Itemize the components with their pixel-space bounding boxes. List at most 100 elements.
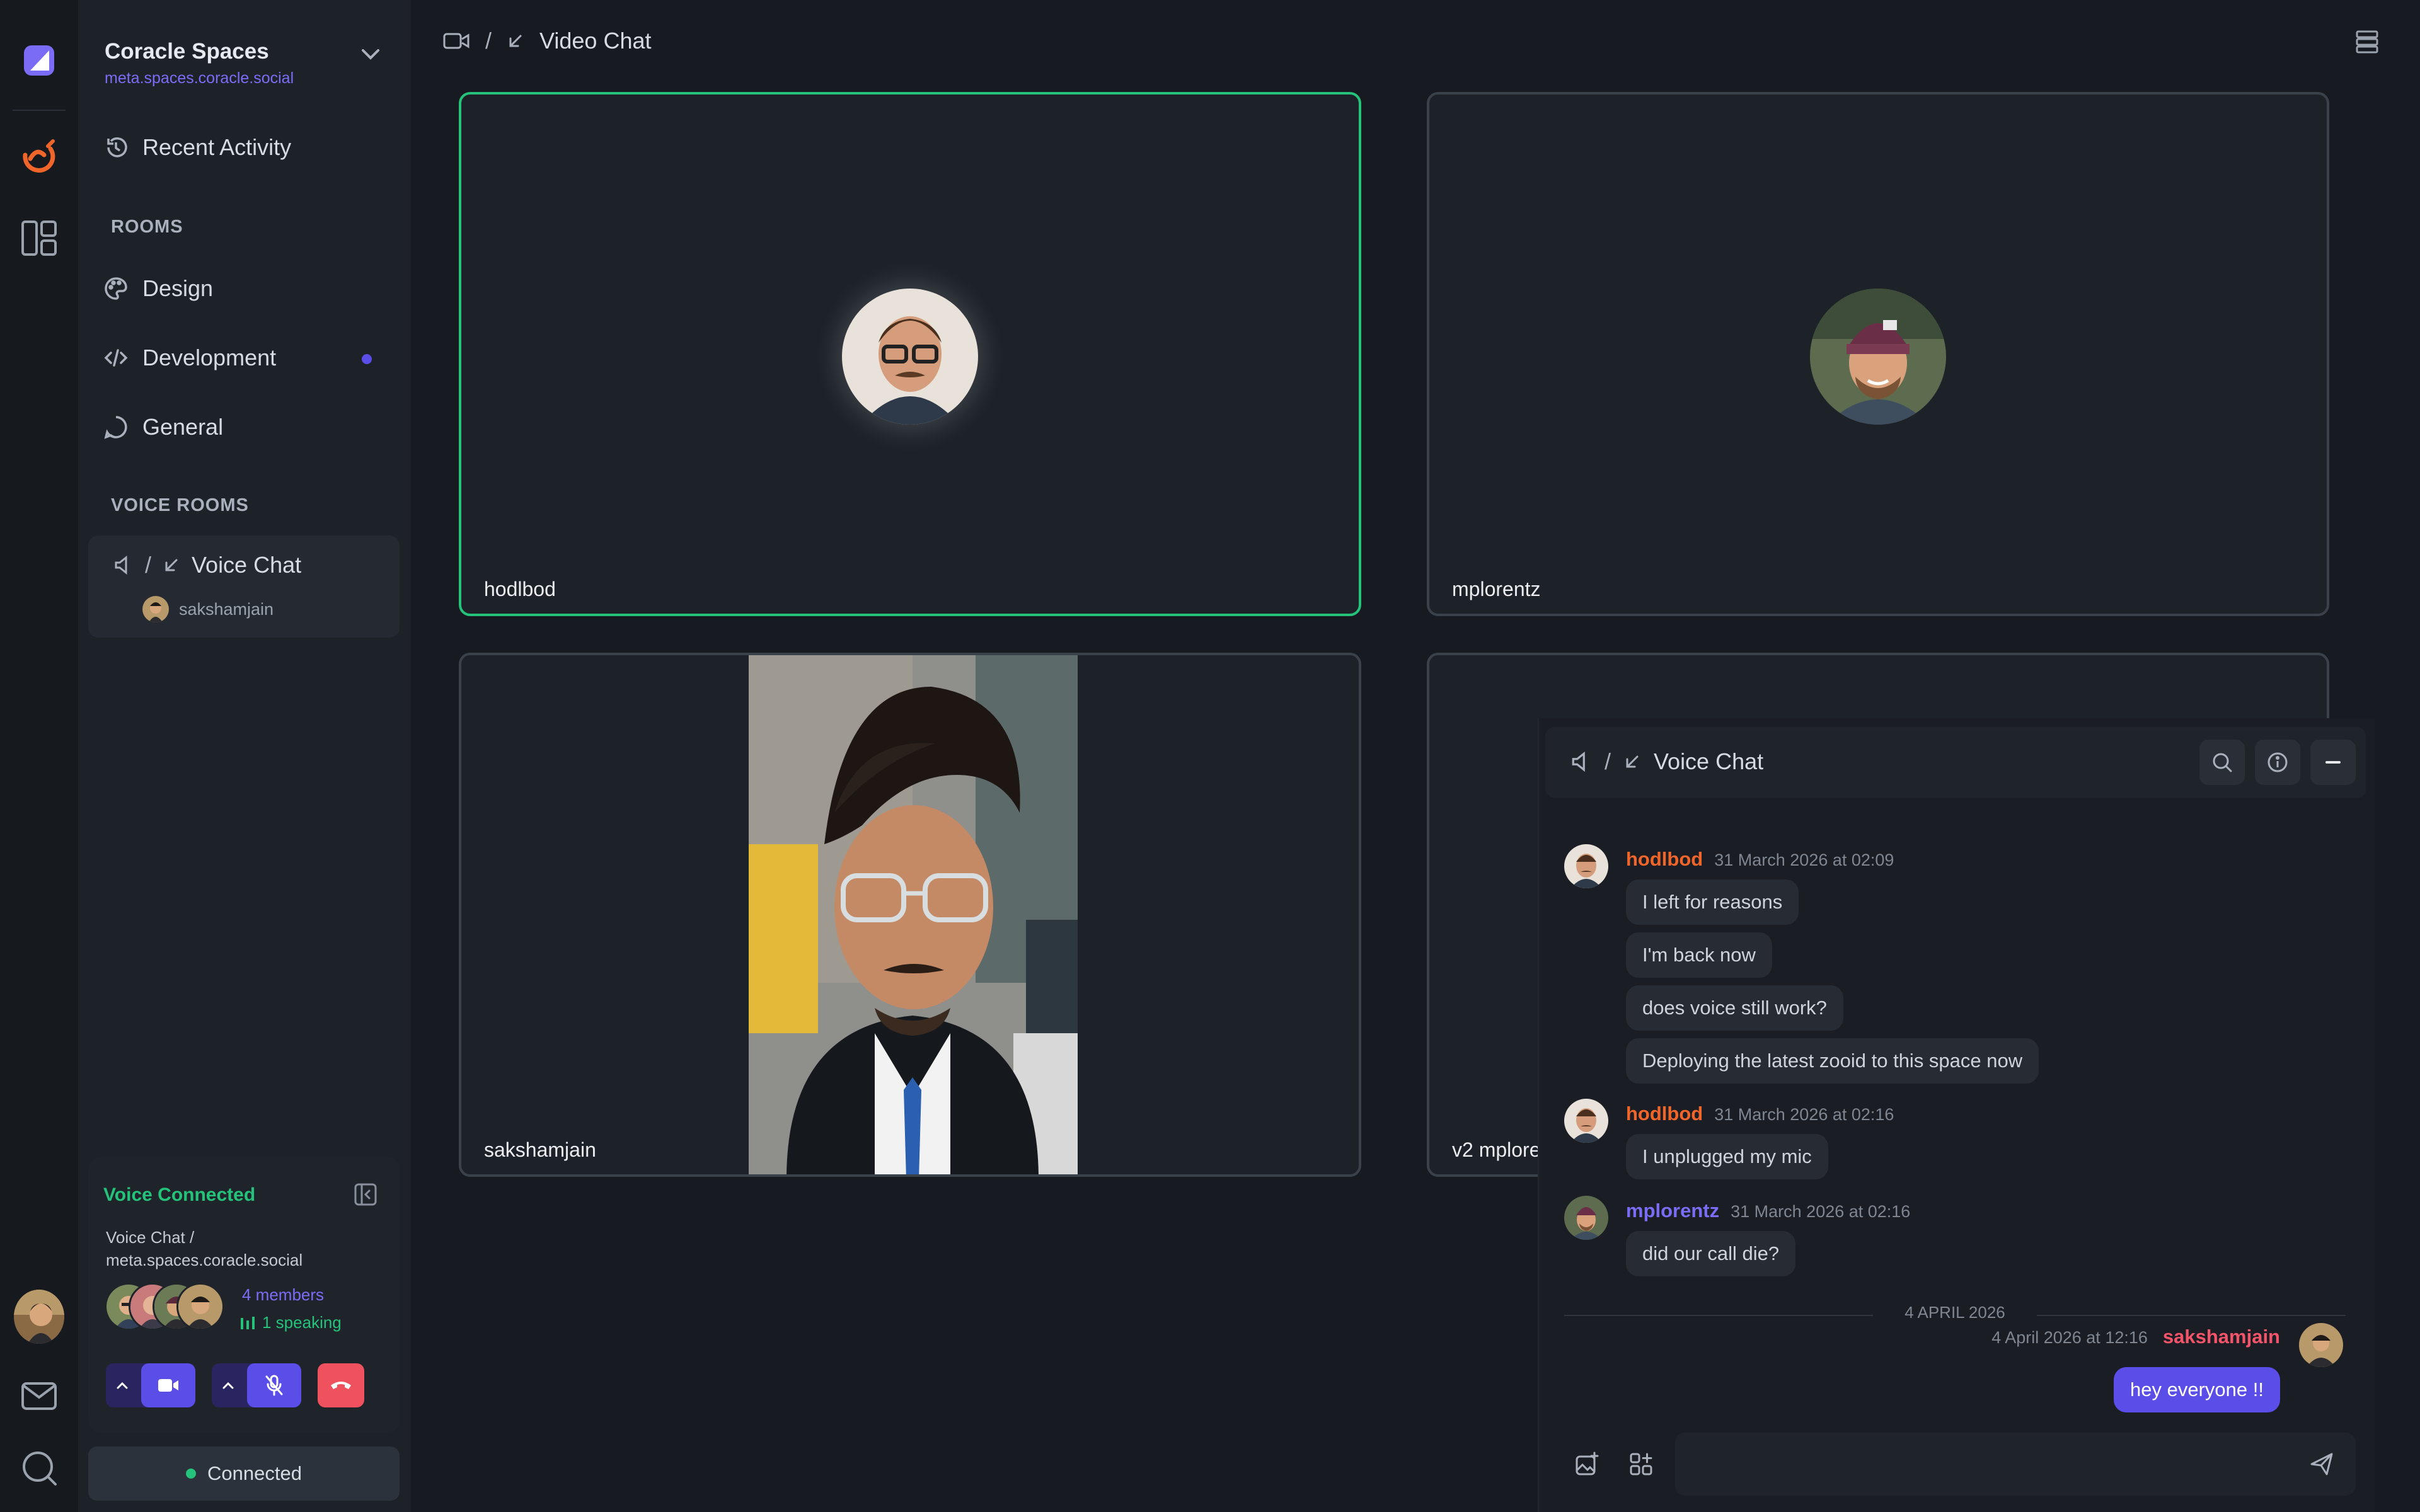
search-icon[interactable] (14, 1443, 64, 1493)
voice-channel-line2: meta.spaces.coracle.social (106, 1251, 303, 1269)
app-logo-icon[interactable] (14, 35, 64, 86)
coracle-space-icon[interactable] (14, 135, 64, 185)
mail-icon[interactable] (14, 1371, 64, 1421)
chat-bubble-icon (103, 415, 129, 440)
voice-room-item[interactable]: / Voice Chat sakshamjain (88, 536, 400, 638)
message-author[interactable]: sakshamjain (2163, 1326, 2280, 1348)
attach-image-button[interactable] (1564, 1441, 1610, 1487)
message-header: 4 April 2026 at 12:16 sakshamjain (1991, 1326, 2280, 1348)
message-author[interactable]: hodlbod (1626, 848, 1703, 871)
chevron-up-icon[interactable] (212, 1363, 245, 1407)
arrow-down-left-icon (1623, 753, 1641, 770)
sidebar-item-general[interactable]: General (103, 402, 381, 452)
unread-dot (362, 354, 372, 364)
date-divider: 4 APRIL 2026 (1564, 1303, 2346, 1328)
history-icon (103, 135, 129, 160)
breadcrumb-slash: / (485, 28, 492, 54)
avatar (176, 1283, 224, 1331)
speaking-count: 1 speaking (262, 1313, 342, 1332)
arrow-down-left-icon (163, 556, 180, 574)
mic-muted-button[interactable] (247, 1363, 301, 1407)
connection-status: Connected (88, 1446, 400, 1501)
message-time: 4 April 2026 at 12:16 (1991, 1328, 2148, 1347)
space-name: Coracle Spaces (105, 39, 269, 64)
message-author[interactable]: mplorentz (1626, 1200, 1719, 1222)
hang-up-button[interactable] (318, 1363, 364, 1407)
chevron-down-icon[interactable] (359, 44, 382, 63)
avatar (1564, 1196, 1608, 1240)
collapse-panel-icon[interactable] (353, 1182, 378, 1207)
video-tile-sakshamjain[interactable]: sakshamjain (459, 653, 1361, 1177)
page-title: Video Chat (539, 28, 652, 54)
palette-icon (103, 276, 129, 301)
message-bubble: I'm back now (1626, 932, 1772, 978)
video-feed (749, 655, 1078, 1174)
info-button[interactable] (2255, 740, 2300, 785)
connected-label: Connected (207, 1462, 302, 1484)
speaker-icon (113, 555, 134, 575)
sidebar-item-label: Design (142, 275, 214, 301)
voice-channel-line1: Voice Chat / (106, 1228, 195, 1247)
send-button[interactable] (2299, 1441, 2344, 1487)
avatar (1564, 1099, 1608, 1143)
search-icon (2211, 752, 2233, 773)
video-tile-mplorentz[interactable]: mplorentz (1427, 92, 2329, 616)
members-count: 4 members (242, 1285, 325, 1304)
chat-header: / Voice Chat (1545, 727, 2366, 798)
breadcrumb: / Video Chat (442, 28, 651, 54)
sidebar-item-label: Recent Activity (142, 134, 292, 160)
image-upload-icon (1574, 1452, 1599, 1477)
message-input[interactable] (1675, 1433, 2356, 1496)
message-bubble: Deploying the latest zooid to this space… (1626, 1038, 2039, 1084)
user-avatar[interactable] (14, 1290, 64, 1344)
minus-icon (2324, 753, 2342, 772)
chat-panel: / Voice Chat hodlbod 31 March 2026 at 02… (1538, 718, 2375, 1512)
member-avatars (105, 1283, 224, 1331)
space-header[interactable]: Coracle Spaces meta.spaces.coracle.socia… (105, 39, 294, 88)
tile-name: hodlbod (484, 578, 556, 600)
avatar (842, 289, 978, 425)
message-time: 31 March 2026 at 02:16 (1731, 1202, 1911, 1221)
chevron-up-icon[interactable] (106, 1363, 139, 1407)
chat-header-slash: / (1605, 748, 1611, 774)
search-button[interactable] (2199, 740, 2245, 785)
rooms-heading: ROOMS (111, 217, 183, 237)
camera-control-group (106, 1363, 195, 1407)
sidebar-item-recent-activity[interactable]: Recent Activity (103, 122, 381, 173)
send-icon (2309, 1452, 2334, 1477)
message-author[interactable]: hodlbod (1626, 1102, 1703, 1125)
camera-toggle-button[interactable] (141, 1363, 195, 1407)
message-bubble: I unplugged my mic (1626, 1134, 1828, 1179)
video-tile-hodlbod[interactable]: hodlbod (459, 92, 1361, 616)
add-widget-button[interactable] (1618, 1441, 1664, 1487)
code-icon (103, 345, 129, 370)
avatar (1564, 844, 1608, 888)
speaking-bars-icon (239, 1315, 256, 1331)
info-icon (2267, 752, 2288, 773)
list-layout-icon[interactable] (2354, 29, 2380, 54)
minimize-button[interactable] (2310, 740, 2356, 785)
message-header: hodlbod 31 March 2026 at 02:16 (1626, 1102, 1894, 1125)
sidebar-item-design[interactable]: Design (103, 263, 381, 314)
chat-title: Voice Chat (1654, 748, 1764, 774)
video-camera-icon (442, 31, 470, 51)
dashboard-layout-icon[interactable] (14, 213, 64, 263)
sidebar-item-development[interactable]: Development (103, 333, 381, 383)
sidebar: Coracle Spaces meta.spaces.coracle.socia… (78, 0, 411, 1512)
rail-divider (13, 110, 66, 111)
message-time: 31 March 2026 at 02:16 (1714, 1105, 1894, 1124)
app-rail (0, 0, 79, 1512)
connected-dot (186, 1469, 197, 1479)
speaker-icon (1570, 751, 1592, 772)
arrow-down-left-icon (507, 32, 524, 50)
widgets-add-icon (1628, 1452, 1654, 1477)
message-time: 31 March 2026 at 02:09 (1714, 850, 1894, 869)
message-header: hodlbod 31 March 2026 at 02:09 (1626, 848, 1894, 871)
avatar (1810, 289, 1946, 425)
sidebar-item-label: General (142, 414, 224, 440)
voice-rooms-heading: VOICE ROOMS (111, 495, 249, 515)
voice-connected-card: Voice Connected Voice Chat / meta.spaces… (88, 1157, 400, 1433)
voice-room-member: sakshamjain (179, 599, 274, 619)
tile-name: sakshamjain (484, 1138, 596, 1161)
voice-connected-title: Voice Connected (103, 1184, 256, 1205)
